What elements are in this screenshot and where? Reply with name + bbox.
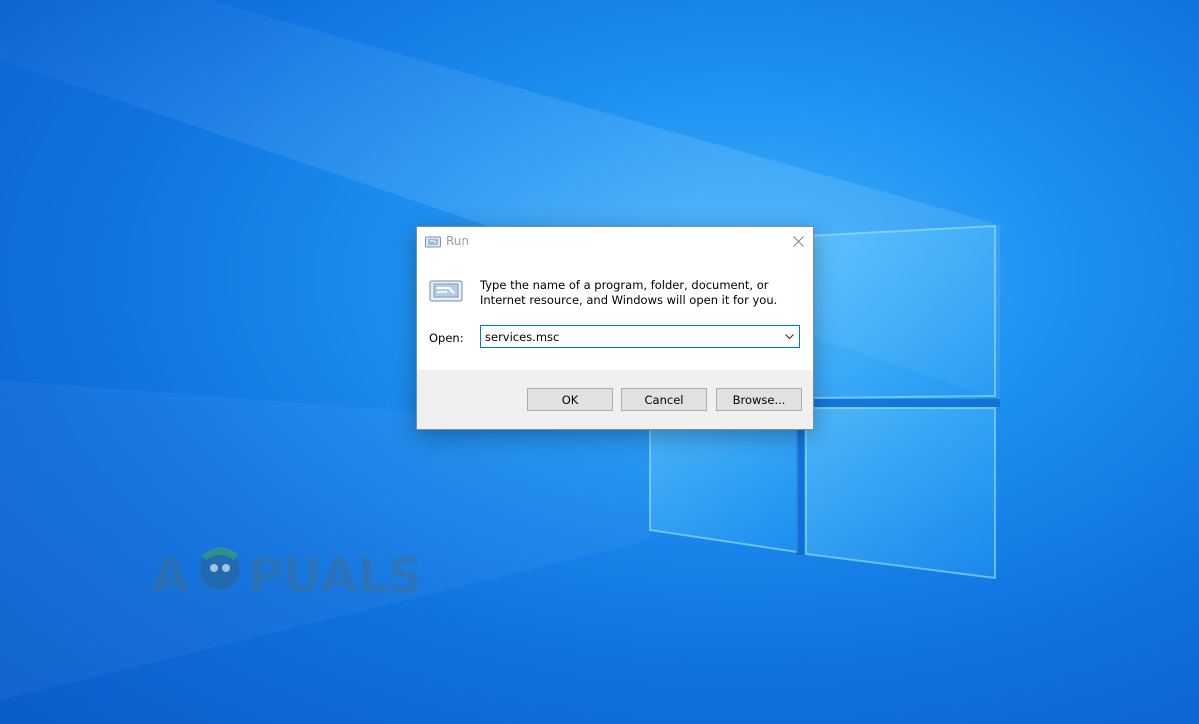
button-bar: OK Cancel Browse... [417,370,813,429]
ok-button[interactable]: OK [527,388,613,411]
run-icon [425,235,441,248]
appuals-watermark-logo: A PUALS [152,540,423,608]
open-input[interactable] [481,326,781,347]
browse-button[interactable]: Browse... [716,388,802,411]
watermark-letter-a: A [152,548,189,604]
dialog-title: Run [446,234,470,248]
close-icon [792,235,804,247]
open-combobox[interactable] [480,325,800,348]
open-label: Open: [429,331,464,345]
watermark-letters-puals: PUALS [248,548,417,604]
title-bar[interactable]: Run [417,227,813,255]
chevron-down-icon [784,333,794,339]
dropdown-button[interactable] [779,326,799,347]
cancel-button[interactable]: Cancel [621,388,707,411]
run-dialog: Run Type the name of a program, folder, … [416,226,814,430]
dialog-description: Type the name of a program, folder, docu… [480,278,778,307]
close-button[interactable] [783,227,813,255]
run-program-icon [429,279,463,303]
